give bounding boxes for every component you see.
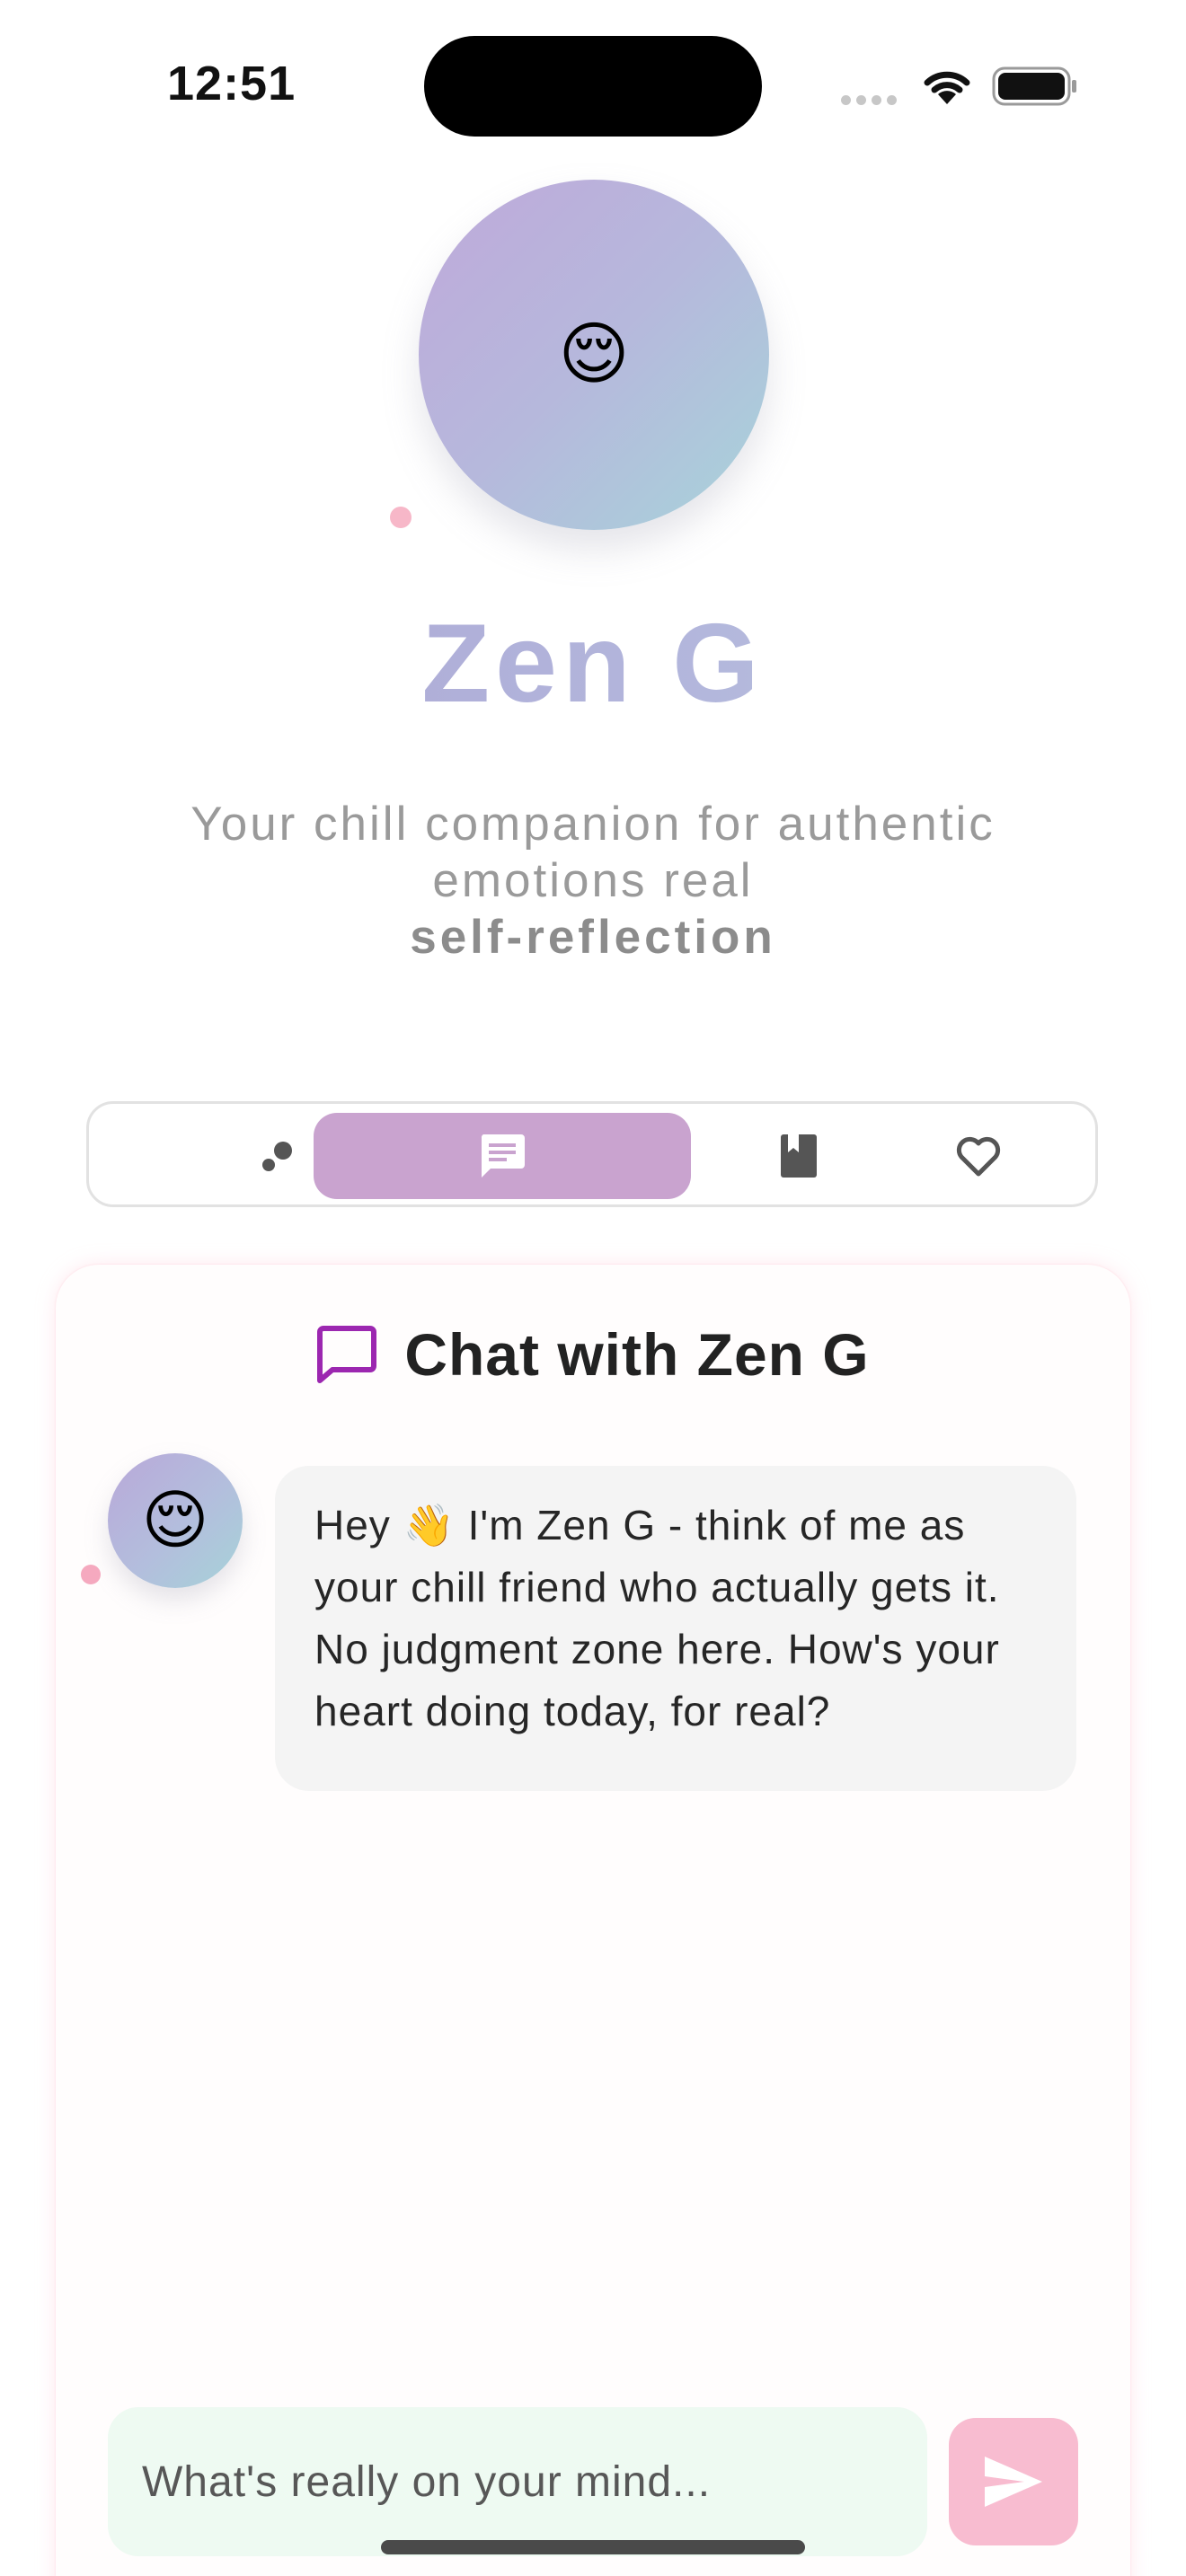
app-title: Zen G <box>0 600 1186 728</box>
bot-avatar: 😌 <box>108 1453 243 1588</box>
battery-icon <box>992 66 1076 106</box>
bot-message-bubble: Hey 👋 I'm Zen G - think of me as your ch… <box>275 1466 1076 1791</box>
chat-icon <box>481 1134 525 1178</box>
chat-card <box>56 1265 1130 2576</box>
chat-title: Chat with Zen G <box>404 1321 870 1388</box>
tab-bar <box>86 1101 1098 1207</box>
heart-icon <box>956 1136 1001 1177</box>
bubbles-icon <box>262 1142 292 1171</box>
send-icon <box>985 2457 1042 2507</box>
decorative-dot <box>390 507 412 528</box>
status-time: 12:51 <box>167 57 296 110</box>
relieved-face-emoji: 😌 <box>141 1485 209 1557</box>
tab-favorites[interactable] <box>889 1113 1068 1199</box>
message-input[interactable] <box>108 2407 927 2556</box>
wifi-icon <box>924 71 970 104</box>
tagline: Your chill companion for authentic emoti… <box>108 796 1078 966</box>
book-icon <box>781 1134 817 1178</box>
hero-avatar: 😌 <box>419 180 769 530</box>
chat-bubble-icon <box>317 1326 377 1383</box>
dynamic-island <box>424 36 762 137</box>
tagline-text: Your chill companion for authentic emoti… <box>190 798 996 907</box>
tagline-emphasis: self-reflection <box>410 911 776 964</box>
tab-chat[interactable] <box>314 1113 691 1199</box>
tab-journal[interactable] <box>709 1113 889 1199</box>
relieved-face-emoji: 😌 <box>558 316 630 393</box>
cellular-signal-icon <box>841 93 902 105</box>
decorative-dot <box>81 1565 101 1584</box>
app-screen: 12:51 😌 Zen G Your chill companion for a… <box>0 0 1186 2576</box>
chat-header: Chat with Zen G <box>0 1320 1186 1389</box>
home-indicator <box>381 2540 805 2554</box>
send-button[interactable] <box>949 2418 1078 2545</box>
